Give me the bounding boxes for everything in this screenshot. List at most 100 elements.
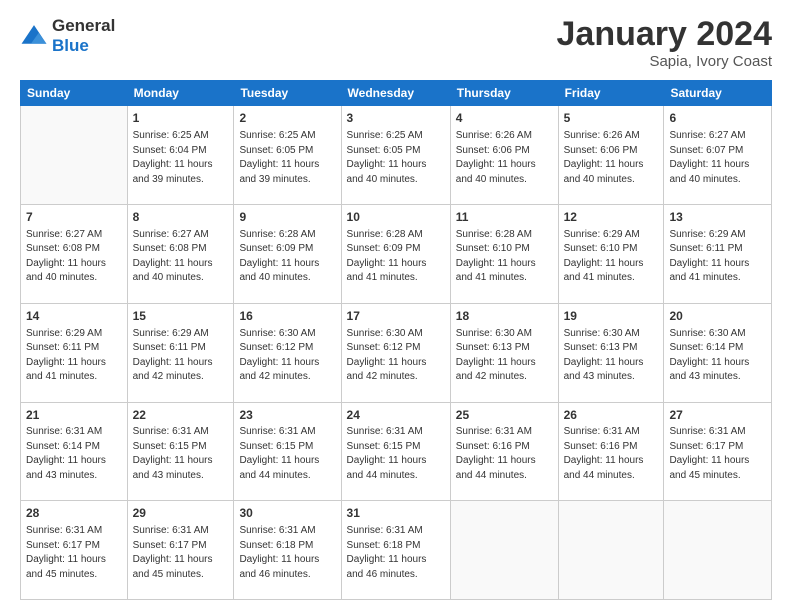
logo-text: General Blue bbox=[52, 16, 115, 56]
day-number: 21 bbox=[26, 407, 122, 424]
logo-blue: Blue bbox=[52, 36, 89, 55]
calendar-cell: 1 Sunrise: 6:25 AM Sunset: 6:04 PM Daylig… bbox=[127, 106, 234, 205]
cell-content: Sunrise: 6:25 AM Sunset: 6:05 PM Dayligh… bbox=[347, 129, 445, 187]
calendar-cell: 11Sunrise: 6:28 AM Sunset: 6:10 PM Dayli… bbox=[450, 205, 558, 304]
calendar-week-row: 7 Sunrise: 6:27 AM Sunset: 6:08 PM Daylig… bbox=[21, 205, 772, 304]
calendar-cell: 16Sunrise: 6:30 AM Sunset: 6:12 PM Dayli… bbox=[234, 303, 341, 402]
calendar-week-row: 14 Sunrise: 6:29 AM Sunset: 6:11 PM Dayli… bbox=[21, 303, 772, 402]
calendar-cell: 3Sunrise: 6:25 AM Sunset: 6:05 PM Daylig… bbox=[341, 106, 450, 205]
day-number: 2 bbox=[239, 110, 335, 127]
logo: General Blue bbox=[20, 16, 115, 56]
calendar-cell: 4 Sunrise: 6:26 AM Sunset: 6:06 PM Daylig… bbox=[450, 106, 558, 205]
cell-content: Sunrise: 6:25 AM Sunset: 6:04 PM Dayligh… bbox=[133, 129, 229, 187]
cell-content: Sunrise: 6:31 AM Sunset: 6:17 PM Dayligh… bbox=[133, 524, 229, 582]
calendar-cell: 10 Sunrise: 6:28 AM Sunset: 6:09 PM Dayli… bbox=[341, 205, 450, 304]
cell-content: Sunrise: 6:29 AM Sunset: 6:11 PM Dayligh… bbox=[133, 327, 229, 385]
day-number: 29 bbox=[133, 505, 229, 522]
logo-icon bbox=[20, 22, 48, 50]
cell-content: Sunrise: 6:27 AM Sunset: 6:07 PM Dayligh… bbox=[669, 129, 766, 187]
subtitle: Sapia, Ivory Coast bbox=[557, 53, 773, 70]
day-number: 10 bbox=[347, 209, 445, 226]
cell-content: Sunrise: 6:26 AM Sunset: 6:06 PM Dayligh… bbox=[564, 129, 659, 187]
calendar-cell: 25Sunrise: 6:31 AM Sunset: 6:16 PM Dayli… bbox=[450, 402, 558, 501]
day-number: 4 bbox=[456, 110, 553, 127]
cell-content: Sunrise: 6:30 AM Sunset: 6:12 PM Dayligh… bbox=[239, 327, 335, 385]
day-number: 23 bbox=[239, 407, 335, 424]
calendar-cell: 8 Sunrise: 6:27 AM Sunset: 6:08 PM Daylig… bbox=[127, 205, 234, 304]
day-number: 14 bbox=[26, 308, 122, 325]
cell-content: Sunrise: 6:27 AM Sunset: 6:08 PM Dayligh… bbox=[26, 228, 122, 286]
header: General Blue January 2024 Sapia, Ivory C… bbox=[20, 16, 772, 70]
day-number: 27 bbox=[669, 407, 766, 424]
cell-content: Sunrise: 6:29 AM Sunset: 6:10 PM Dayligh… bbox=[564, 228, 659, 286]
calendar-cell bbox=[664, 501, 772, 600]
calendar-day-header: Thursday bbox=[450, 81, 558, 106]
day-number: 28 bbox=[26, 505, 122, 522]
calendar-cell: 21Sunrise: 6:31 AM Sunset: 6:14 PM Dayli… bbox=[21, 402, 128, 501]
day-number: 5 bbox=[564, 110, 659, 127]
calendar-cell: 20 Sunrise: 6:30 AM Sunset: 6:14 PM Dayli… bbox=[664, 303, 772, 402]
day-number: 22 bbox=[133, 407, 229, 424]
calendar-cell: 26Sunrise: 6:31 AM Sunset: 6:16 PM Dayli… bbox=[558, 402, 664, 501]
day-number: 8 bbox=[133, 209, 229, 226]
calendar-cell: 29 Sunrise: 6:31 AM Sunset: 6:17 PM Dayli… bbox=[127, 501, 234, 600]
cell-content: Sunrise: 6:28 AM Sunset: 6:09 PM Dayligh… bbox=[347, 228, 445, 286]
calendar-cell: 19Sunrise: 6:30 AM Sunset: 6:13 PM Dayli… bbox=[558, 303, 664, 402]
cell-content: Sunrise: 6:31 AM Sunset: 6:15 PM Dayligh… bbox=[133, 425, 229, 483]
calendar-day-header: Monday bbox=[127, 81, 234, 106]
cell-content: Sunrise: 6:29 AM Sunset: 6:11 PM Dayligh… bbox=[26, 327, 122, 385]
calendar-cell: 23Sunrise: 6:31 AM Sunset: 6:15 PM Dayli… bbox=[234, 402, 341, 501]
calendar-day-header: Saturday bbox=[664, 81, 772, 106]
cell-content: Sunrise: 6:27 AM Sunset: 6:08 PM Dayligh… bbox=[133, 228, 229, 286]
cell-content: Sunrise: 6:31 AM Sunset: 6:14 PM Dayligh… bbox=[26, 425, 122, 483]
calendar-table: SundayMondayTuesdayWednesdayThursdayFrid… bbox=[20, 80, 772, 600]
calendar-cell: 5 Sunrise: 6:26 AM Sunset: 6:06 PM Daylig… bbox=[558, 106, 664, 205]
calendar-cell bbox=[450, 501, 558, 600]
cell-content: Sunrise: 6:31 AM Sunset: 6:18 PM Dayligh… bbox=[347, 524, 445, 582]
day-number: 1 bbox=[133, 110, 229, 127]
calendar-cell bbox=[21, 106, 128, 205]
calendar-cell: 6 Sunrise: 6:27 AM Sunset: 6:07 PM Daylig… bbox=[664, 106, 772, 205]
day-number: 17 bbox=[347, 308, 445, 325]
calendar-cell: 14 Sunrise: 6:29 AM Sunset: 6:11 PM Dayli… bbox=[21, 303, 128, 402]
calendar-day-header: Friday bbox=[558, 81, 664, 106]
cell-content: Sunrise: 6:31 AM Sunset: 6:16 PM Dayligh… bbox=[456, 425, 553, 483]
cell-content: Sunrise: 6:25 AM Sunset: 6:05 PM Dayligh… bbox=[239, 129, 335, 187]
page: General Blue January 2024 Sapia, Ivory C… bbox=[0, 0, 792, 612]
calendar-day-header: Sunday bbox=[21, 81, 128, 106]
calendar-cell: 2 Sunrise: 6:25 AM Sunset: 6:05 PM Daylig… bbox=[234, 106, 341, 205]
cell-content: Sunrise: 6:30 AM Sunset: 6:12 PM Dayligh… bbox=[347, 327, 445, 385]
day-number: 6 bbox=[669, 110, 766, 127]
day-number: 20 bbox=[669, 308, 766, 325]
cell-content: Sunrise: 6:28 AM Sunset: 6:10 PM Dayligh… bbox=[456, 228, 553, 286]
calendar-week-row: 28 Sunrise: 6:31 AM Sunset: 6:17 PM Dayli… bbox=[21, 501, 772, 600]
calendar-cell: 24Sunrise: 6:31 AM Sunset: 6:15 PM Dayli… bbox=[341, 402, 450, 501]
calendar-cell bbox=[558, 501, 664, 600]
calendar-cell: 17 Sunrise: 6:30 AM Sunset: 6:12 PM Dayli… bbox=[341, 303, 450, 402]
cell-content: Sunrise: 6:31 AM Sunset: 6:17 PM Dayligh… bbox=[26, 524, 122, 582]
day-number: 24 bbox=[347, 407, 445, 424]
calendar-header-row: SundayMondayTuesdayWednesdayThursdayFrid… bbox=[21, 81, 772, 106]
cell-content: Sunrise: 6:31 AM Sunset: 6:17 PM Dayligh… bbox=[669, 425, 766, 483]
calendar-day-header: Tuesday bbox=[234, 81, 341, 106]
day-number: 7 bbox=[26, 209, 122, 226]
calendar-cell: 27Sunrise: 6:31 AM Sunset: 6:17 PM Dayli… bbox=[664, 402, 772, 501]
calendar-week-row: 21Sunrise: 6:31 AM Sunset: 6:14 PM Dayli… bbox=[21, 402, 772, 501]
cell-content: Sunrise: 6:28 AM Sunset: 6:09 PM Dayligh… bbox=[239, 228, 335, 286]
calendar-cell: 28 Sunrise: 6:31 AM Sunset: 6:17 PM Dayli… bbox=[21, 501, 128, 600]
calendar-day-header: Wednesday bbox=[341, 81, 450, 106]
cell-content: Sunrise: 6:31 AM Sunset: 6:15 PM Dayligh… bbox=[239, 425, 335, 483]
calendar-cell: 31Sunrise: 6:31 AM Sunset: 6:18 PM Dayli… bbox=[341, 501, 450, 600]
cell-content: Sunrise: 6:31 AM Sunset: 6:16 PM Dayligh… bbox=[564, 425, 659, 483]
main-title: January 2024 bbox=[557, 16, 773, 53]
calendar-cell: 22Sunrise: 6:31 AM Sunset: 6:15 PM Dayli… bbox=[127, 402, 234, 501]
cell-content: Sunrise: 6:30 AM Sunset: 6:13 PM Dayligh… bbox=[456, 327, 553, 385]
calendar-cell: 12Sunrise: 6:29 AM Sunset: 6:10 PM Dayli… bbox=[558, 205, 664, 304]
day-number: 15 bbox=[133, 308, 229, 325]
cell-content: Sunrise: 6:30 AM Sunset: 6:13 PM Dayligh… bbox=[564, 327, 659, 385]
calendar-cell: 30Sunrise: 6:31 AM Sunset: 6:18 PM Dayli… bbox=[234, 501, 341, 600]
cell-content: Sunrise: 6:30 AM Sunset: 6:14 PM Dayligh… bbox=[669, 327, 766, 385]
calendar-week-row: 1 Sunrise: 6:25 AM Sunset: 6:04 PM Daylig… bbox=[21, 106, 772, 205]
day-number: 26 bbox=[564, 407, 659, 424]
cell-content: Sunrise: 6:26 AM Sunset: 6:06 PM Dayligh… bbox=[456, 129, 553, 187]
